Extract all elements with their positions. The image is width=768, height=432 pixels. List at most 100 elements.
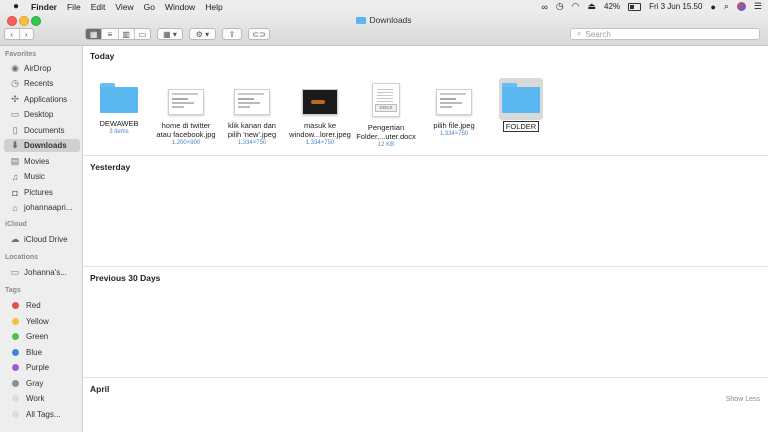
forward-button[interactable]: › — [20, 29, 34, 39]
action-button[interactable]: ⚙ ▾ — [189, 28, 216, 40]
gear-icon: ⚙ ▾ — [195, 29, 210, 39]
selection-highlight — [499, 78, 543, 120]
sidebar-tag-green[interactable]: Green — [10, 330, 48, 343]
icon-view-button[interactable]: ▦ — [86, 29, 103, 39]
sidebar-item-desktop[interactable]: ▭ Desktop — [10, 108, 54, 121]
apple-menu-icon[interactable]: ● — [9, 1, 23, 12]
column-view-button[interactable]: ▥ — [119, 29, 135, 39]
file-name: home di twitter atau facebook.jpg — [156, 121, 216, 139]
file-meta: 1.334×750 — [305, 140, 335, 146]
laptop-icon: ▭ — [10, 267, 20, 277]
file-name: Pengertian Folder,...uter.docx — [356, 123, 416, 141]
sidebar: Favorites ◉ AirDrop ◷ Recents ✣ Application… — [0, 46, 83, 432]
file-name: pilih file.jpeg — [433, 121, 475, 130]
sidebar-item-applications[interactable]: ✣ Applications — [10, 93, 67, 106]
file-area[interactable]: Today DEWAWEB 3 items home di twitter ata… — [83, 46, 768, 432]
sidebar-tag-red[interactable]: Red — [10, 299, 41, 312]
sidebar-item-home[interactable]: ⌂ johannaapri... — [10, 201, 72, 214]
sidebar-item-label: Blue — [26, 348, 43, 357]
sidebar-tag-work[interactable]: Work — [10, 392, 45, 405]
menu-help[interactable]: Help — [205, 2, 222, 12]
wifi-icon[interactable]: ◠ — [572, 1, 580, 12]
menu-edit[interactable]: Edit — [91, 2, 106, 12]
clock[interactable]: Fri 3 Jun 15.50 — [649, 2, 702, 11]
folder-icon — [100, 83, 138, 113]
file-item[interactable]: DOCX Pengertian Folder,...uter.docx 12 KB — [352, 83, 420, 149]
file-name: klik kanan dan pilih 'new'.jpeg — [227, 121, 277, 139]
cloud-icon: ☁ — [10, 234, 20, 244]
sidebar-heading-favorites: Favorites — [5, 51, 37, 58]
file-name-editing[interactable]: FOLDER — [487, 121, 555, 132]
sidebar-item-documents[interactable]: ▯ Documents — [10, 124, 65, 137]
file-meta: 3 items — [109, 129, 129, 135]
spotlight-icon[interactable]: ⌕ — [724, 1, 729, 12]
menu-file[interactable]: File — [67, 2, 81, 12]
sidebar-item-label: Recents — [24, 79, 54, 88]
creative-cloud-icon[interactable]: ∞ — [541, 2, 547, 12]
image-thumbnail-icon — [436, 89, 472, 115]
file-item[interactable]: klik kanan dan pilih 'new'.jpeg 1.334×750 — [218, 83, 286, 147]
docx-icon: DOCX — [372, 83, 400, 117]
sidebar-item-label: Desktop — [24, 110, 54, 119]
sidebar-item-label: Red — [26, 301, 41, 310]
file-item[interactable]: home di twitter atau facebook.jpg 1.200×9… — [152, 83, 220, 147]
sidebar-tag-gray[interactable]: Gray — [10, 377, 43, 390]
tag-dot-icon — [12, 364, 19, 371]
group-button[interactable]: ▦ ▾ — [157, 28, 183, 40]
file-item[interactable]: DEWAWEB 3 items — [85, 83, 153, 136]
siri-icon[interactable] — [736, 2, 746, 11]
sidebar-item-label: johannaapri... — [24, 203, 73, 212]
section-yesterday: Yesterday — [90, 162, 131, 172]
battery-icon[interactable] — [628, 2, 642, 11]
folder-icon — [356, 17, 367, 24]
file-item-selected[interactable]: FOLDER — [487, 78, 555, 132]
menu-window[interactable]: Window — [165, 2, 195, 12]
image-thumbnail-icon — [302, 89, 338, 115]
sidebar-heading-locations: Locations — [5, 254, 39, 261]
image-thumbnail-icon — [234, 89, 270, 115]
camera-icon: ◘ — [12, 187, 18, 198]
sidebar-item-music[interactable]: ♫ Music — [10, 170, 45, 183]
menu-finder[interactable]: Finder — [31, 2, 57, 12]
file-item[interactable]: masuk ke window...lorer.jpeg 1.334×750 — [286, 83, 354, 147]
sidebar-item-pictures[interactable]: ◘ Pictures — [10, 186, 53, 199]
sidebar-item-airdrop[interactable]: ◉ AirDrop — [10, 62, 51, 75]
sidebar-tag-yellow[interactable]: Yellow — [10, 315, 49, 328]
menu-go[interactable]: Go — [144, 2, 155, 12]
share-icon: ⇪ — [228, 29, 236, 39]
tag-dot-icon — [12, 333, 19, 340]
section-previous-30-days: Previous 30 Days — [90, 273, 161, 283]
tag-dot-icon — [12, 302, 19, 309]
timemachine-icon[interactable]: ◷ — [556, 1, 564, 12]
nav-buttons: ‹ › — [4, 28, 34, 40]
sidebar-tag-blue[interactable]: Blue — [10, 346, 42, 359]
search-field[interactable]: ⌕ Search — [570, 28, 760, 40]
show-less-link[interactable]: Show Less — [726, 396, 760, 403]
sidebar-item-recents[interactable]: ◷ Recents — [10, 77, 53, 90]
applications-icon: ✣ — [11, 94, 19, 104]
gallery-view-button[interactable]: ▭ — [135, 29, 150, 39]
sidebar-heading-icloud: iCloud — [5, 221, 27, 228]
sidebar-tag-purple[interactable]: Purple — [10, 361, 49, 374]
sidebar-item-icloud-drive[interactable]: ☁ iCloud Drive — [10, 233, 68, 246]
tags-button[interactable]: ⊂⊃ — [248, 28, 270, 40]
clock-icon: ◷ — [11, 78, 19, 88]
user-icon[interactable]: ● — [710, 2, 715, 12]
sidebar-item-downloads[interactable]: ⬇ Downloads — [4, 139, 80, 152]
share-button[interactable]: ⇪ — [222, 28, 242, 40]
tag-dot-icon — [12, 395, 19, 402]
sidebar-item-macbook[interactable]: ▭ Johanna's... — [10, 266, 67, 279]
sidebar-all-tags[interactable]: All Tags... — [10, 408, 61, 421]
notification-center-icon[interactable]: ☰ — [754, 1, 762, 12]
eject-icon[interactable]: ⏏ — [588, 1, 597, 12]
list-view-button[interactable]: ≡ — [102, 29, 119, 39]
sidebar-item-movies[interactable]: ▤ Movies — [10, 155, 50, 168]
file-meta: 1.334×750 — [439, 131, 469, 137]
section-today: Today — [90, 51, 115, 61]
sidebar-item-label: Documents — [24, 126, 65, 135]
file-meta: 1.334×750 — [237, 140, 267, 146]
back-button[interactable]: ‹ — [5, 29, 20, 39]
section-april: April — [90, 384, 110, 394]
menu-view[interactable]: View — [115, 2, 133, 12]
file-item[interactable]: pilih file.jpeg 1.334×750 — [420, 83, 488, 138]
